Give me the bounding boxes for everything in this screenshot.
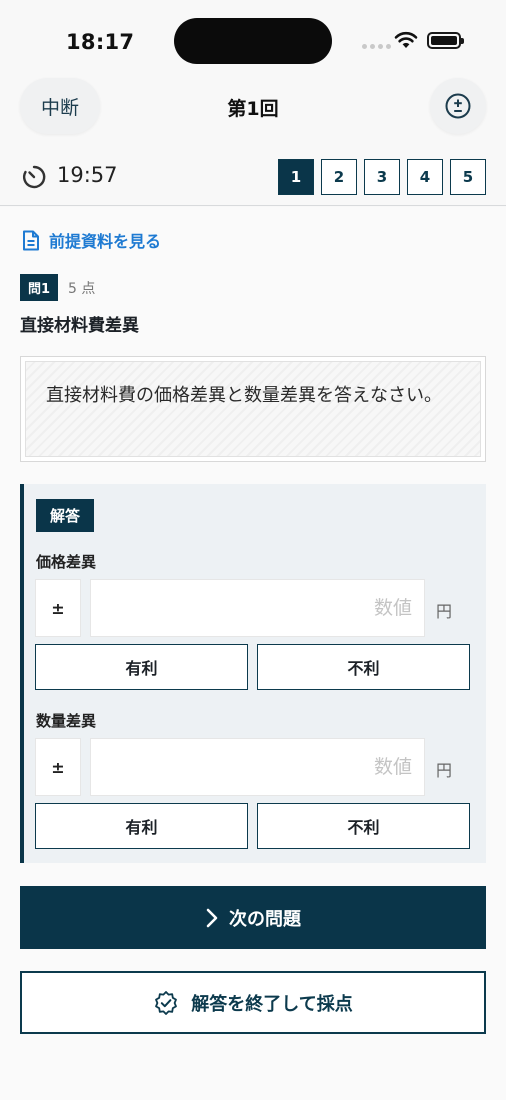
timer-text: 19:57 <box>57 163 118 187</box>
main-content: 前提資料を見る 問1 5 点 直接材料費差異 直接材料費の価格差異と数量差異を答… <box>0 207 506 1100</box>
verified-badge-icon <box>155 990 178 1015</box>
question-box: 直接材料費の価格差異と数量差異を答えなさい。 <box>20 356 486 462</box>
reference-link[interactable]: 前提資料を見る <box>22 228 161 252</box>
price-variance-unfavorable-button[interactable]: 不利 <box>257 644 470 690</box>
quantity-variance-unfavorable-button[interactable]: 不利 <box>257 803 470 849</box>
question-number-badge: 問1 <box>20 274 59 301</box>
question-points: 5 点 <box>68 280 96 297</box>
chevron-right-icon <box>206 908 218 927</box>
answer-label: 解答 <box>36 499 95 532</box>
timer-icon <box>22 165 46 189</box>
price-variance-unit: 円 <box>436 602 453 621</box>
price-variance-label: 価格差異 <box>36 553 97 571</box>
price-variance-sign-button[interactable]: ± <box>35 579 81 637</box>
wifi-icon <box>394 31 418 48</box>
document-icon <box>23 230 39 250</box>
question-meta: 問1 5 点 <box>20 274 95 301</box>
timer-row: 19:57 1 2 3 4 5 <box>0 156 506 206</box>
quantity-variance-favorable-button[interactable]: 有利 <box>35 803 248 849</box>
question-pager: 1 2 3 4 5 <box>278 159 486 195</box>
battery-icon <box>427 32 464 49</box>
price-variance-favorable-button[interactable]: 有利 <box>35 644 248 690</box>
answer-panel: 解答 価格差異 ± 円 有利 不利 数量差異 ± 円 有利 不利 <box>20 484 486 863</box>
calculator-button[interactable] <box>430 78 486 134</box>
cellular-signal-icon <box>362 44 391 49</box>
question-title: 直接材料費差異 <box>20 316 139 336</box>
page-button-3[interactable]: 3 <box>364 159 400 195</box>
page-button-4[interactable]: 4 <box>407 159 443 195</box>
quantity-variance-sign-button[interactable]: ± <box>35 738 81 796</box>
quantity-variance-unit: 円 <box>436 761 453 780</box>
page-button-2[interactable]: 2 <box>321 159 357 195</box>
quantity-variance-label: 数量差異 <box>36 712 97 730</box>
question-body: 直接材料費の価格差異と数量差異を答えなさい。 <box>25 361 481 457</box>
reference-link-label: 前提資料を見る <box>49 232 162 251</box>
page-button-1[interactable]: 1 <box>278 159 314 195</box>
quantity-variance-input[interactable] <box>90 738 425 796</box>
nav-bar: 中断 第1回 <box>0 78 506 136</box>
price-variance-input[interactable] <box>90 579 425 637</box>
finish-and-grade-label: 解答を終了して採点 <box>191 993 353 1015</box>
status-time: 18:17 <box>66 30 135 54</box>
finish-and-grade-button[interactable]: 解答を終了して採点 <box>20 971 486 1034</box>
next-question-label: 次の問題 <box>229 908 301 930</box>
dynamic-island <box>174 18 332 64</box>
next-question-button[interactable]: 次の問題 <box>20 886 486 949</box>
status-bar: 18:17 <box>0 0 506 80</box>
page-button-5[interactable]: 5 <box>450 159 486 195</box>
plus-minus-icon <box>445 93 471 119</box>
